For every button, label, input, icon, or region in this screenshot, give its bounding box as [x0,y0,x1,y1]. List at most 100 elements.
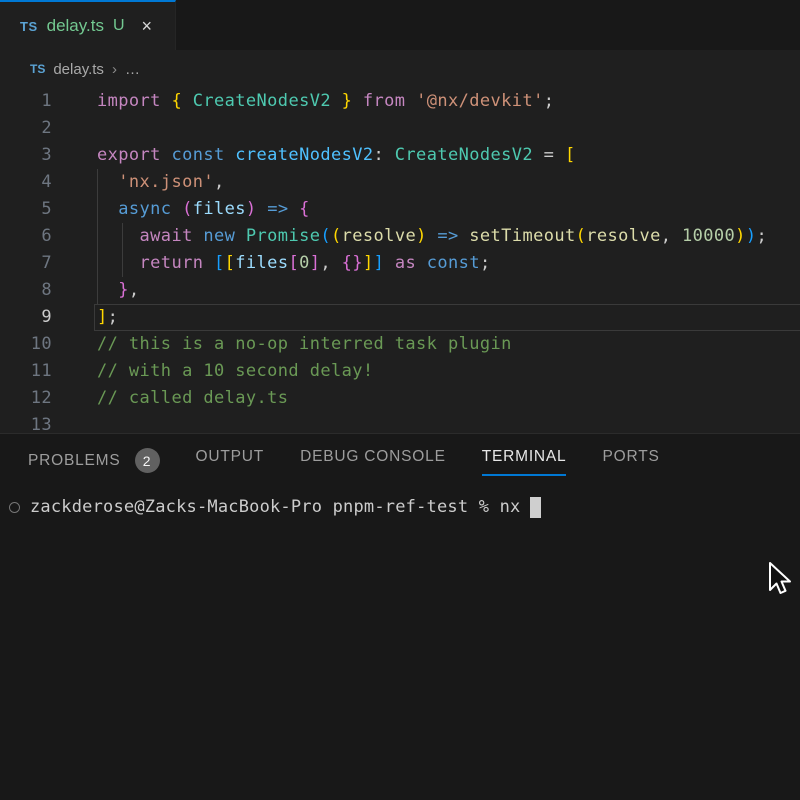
code-token: ( [331,226,342,246]
code-token: export [97,145,161,165]
code-line-5[interactable]: 5 async (files) => { [0,196,800,223]
breadcrumb-symbol-ellipsis[interactable]: … [125,61,141,78]
panel-tab-terminal[interactable]: TERMINAL [482,448,567,476]
code-token: ( [182,199,193,219]
panel-tab-debug-console[interactable]: DEBUG CONSOLE [300,448,446,476]
code-token: , [129,280,140,300]
code-token: , [320,253,331,273]
code-line-6[interactable]: 6 await new Promise((resolve) => setTime… [0,223,800,250]
code-line-content: 'nx.json', [52,169,225,196]
code-token: ) [416,226,427,246]
code-token: => [257,199,289,219]
code-token: = [533,145,554,165]
tab-filename: delay.ts [47,16,104,36]
line-number: 1 [0,88,52,115]
code-token [331,253,342,273]
code-token: files [193,199,246,219]
code-line-11[interactable]: 11 // with a 10 second delay! [0,358,800,385]
code-line-content: await new Promise((resolve) => setTimeou… [52,223,767,250]
line-number: 11 [0,358,52,385]
panel-tab-label: DEBUG CONSOLE [300,448,446,466]
code-line-content: export const createNodesV2: CreateNodesV… [52,142,576,169]
typescript-file-icon: TS [20,19,38,34]
code-token: ( [320,226,331,246]
panel-tab-label: PROBLEMS [28,452,121,470]
line-number: 7 [0,250,52,277]
close-icon[interactable]: × [142,16,153,37]
typescript-file-icon: TS [30,62,45,76]
code-token: 0 [299,253,310,273]
code-token: [ [214,253,225,273]
mouse-cursor [768,562,794,598]
code-token: // called delay.ts [97,388,288,408]
code-token: ) [735,226,746,246]
line-number: 8 [0,277,52,304]
code-token: createNodesV2 [225,145,374,165]
code-token: ] [97,307,108,327]
code-token: { [342,253,353,273]
code-token: [ [565,145,576,165]
code-line-3[interactable]: 3export const createNodesV2: CreateNodes… [0,142,800,169]
code-line-content: return [[files[0], {}]] as const; [52,250,491,277]
code-line-7[interactable]: 7 return [[files[0], {}]] as const; [0,250,800,277]
terminal-prompt: zackderose@Zacks-MacBook-Pro pnpm-ref-te… [30,497,520,517]
code-line-8[interactable]: 8 }, [0,277,800,304]
code-token: return [97,253,203,273]
code-token [352,91,363,111]
code-token: { [299,199,310,219]
code-line-9[interactable]: 9]; [0,304,800,331]
code-token [554,145,565,165]
code-token [405,91,416,111]
line-number: 9 [0,304,52,331]
code-token: } [97,280,129,300]
panel-tab-label: OUTPUT [196,448,265,466]
code-editor[interactable]: 1import { CreateNodesV2 } from '@nx/devk… [0,88,800,433]
line-number: 6 [0,223,52,250]
breadcrumb[interactable]: TS delay.ts › … [0,50,800,88]
code-token: ] [363,253,374,273]
code-token [171,199,182,219]
code-line-1[interactable]: 1import { CreateNodesV2 } from '@nx/devk… [0,88,800,115]
panel-tab-label: PORTS [602,448,659,466]
code-token: ( [576,226,587,246]
code-token: // with a 10 second delay! [97,361,374,381]
panel-tab-output[interactable]: OUTPUT [196,448,265,476]
code-token: ) [246,199,257,219]
code-token: ; [480,253,491,273]
terminal-line[interactable]: zackderose@Zacks-MacBook-Pro pnpm-ref-te… [0,495,800,519]
code-token: ) [746,226,757,246]
code-token: : [374,145,385,165]
code-token: ; [544,91,555,111]
code-line-content: ]; [52,304,118,331]
code-token: [ [288,253,299,273]
line-number: 2 [0,115,52,142]
code-token: { [171,91,182,111]
breadcrumb-filename[interactable]: delay.ts [53,61,104,78]
code-token: Promise [235,226,320,246]
code-token: ] [310,253,321,273]
panel-tab-ports[interactable]: PORTS [602,448,659,476]
line-number: 3 [0,142,52,169]
code-token: const [161,145,225,165]
code-line-content: // with a 10 second delay! [52,358,374,385]
tab-delay-ts[interactable]: TS delay.ts U × [0,0,176,50]
code-line-content [52,115,97,142]
terminal-cursor [530,497,541,518]
code-line-4[interactable]: 4 'nx.json', [0,169,800,196]
panel-tab-problems[interactable]: PROBLEMS2 [28,448,160,483]
code-line-12[interactable]: 12 // called delay.ts [0,385,800,412]
line-number: 12 [0,385,52,412]
code-line-10[interactable]: 10// this is a no-op interred task plugi… [0,331,800,358]
code-token [203,253,214,273]
git-untracked-badge: U [113,17,125,35]
code-token: 'nx.json' [118,172,214,192]
code-token: ; [756,226,767,246]
code-token: new [193,226,236,246]
code-token [97,172,118,192]
code-token: // this is a no-op interred task plugin [97,334,512,354]
code-line-2[interactable]: 2 [0,115,800,142]
panel-tab-bar: PROBLEMS2 OUTPUT DEBUG CONSOLE TERMINAL PORT… [0,434,800,483]
code-token: , [214,172,225,192]
line-number: 5 [0,196,52,223]
code-token: 10000 [671,226,735,246]
